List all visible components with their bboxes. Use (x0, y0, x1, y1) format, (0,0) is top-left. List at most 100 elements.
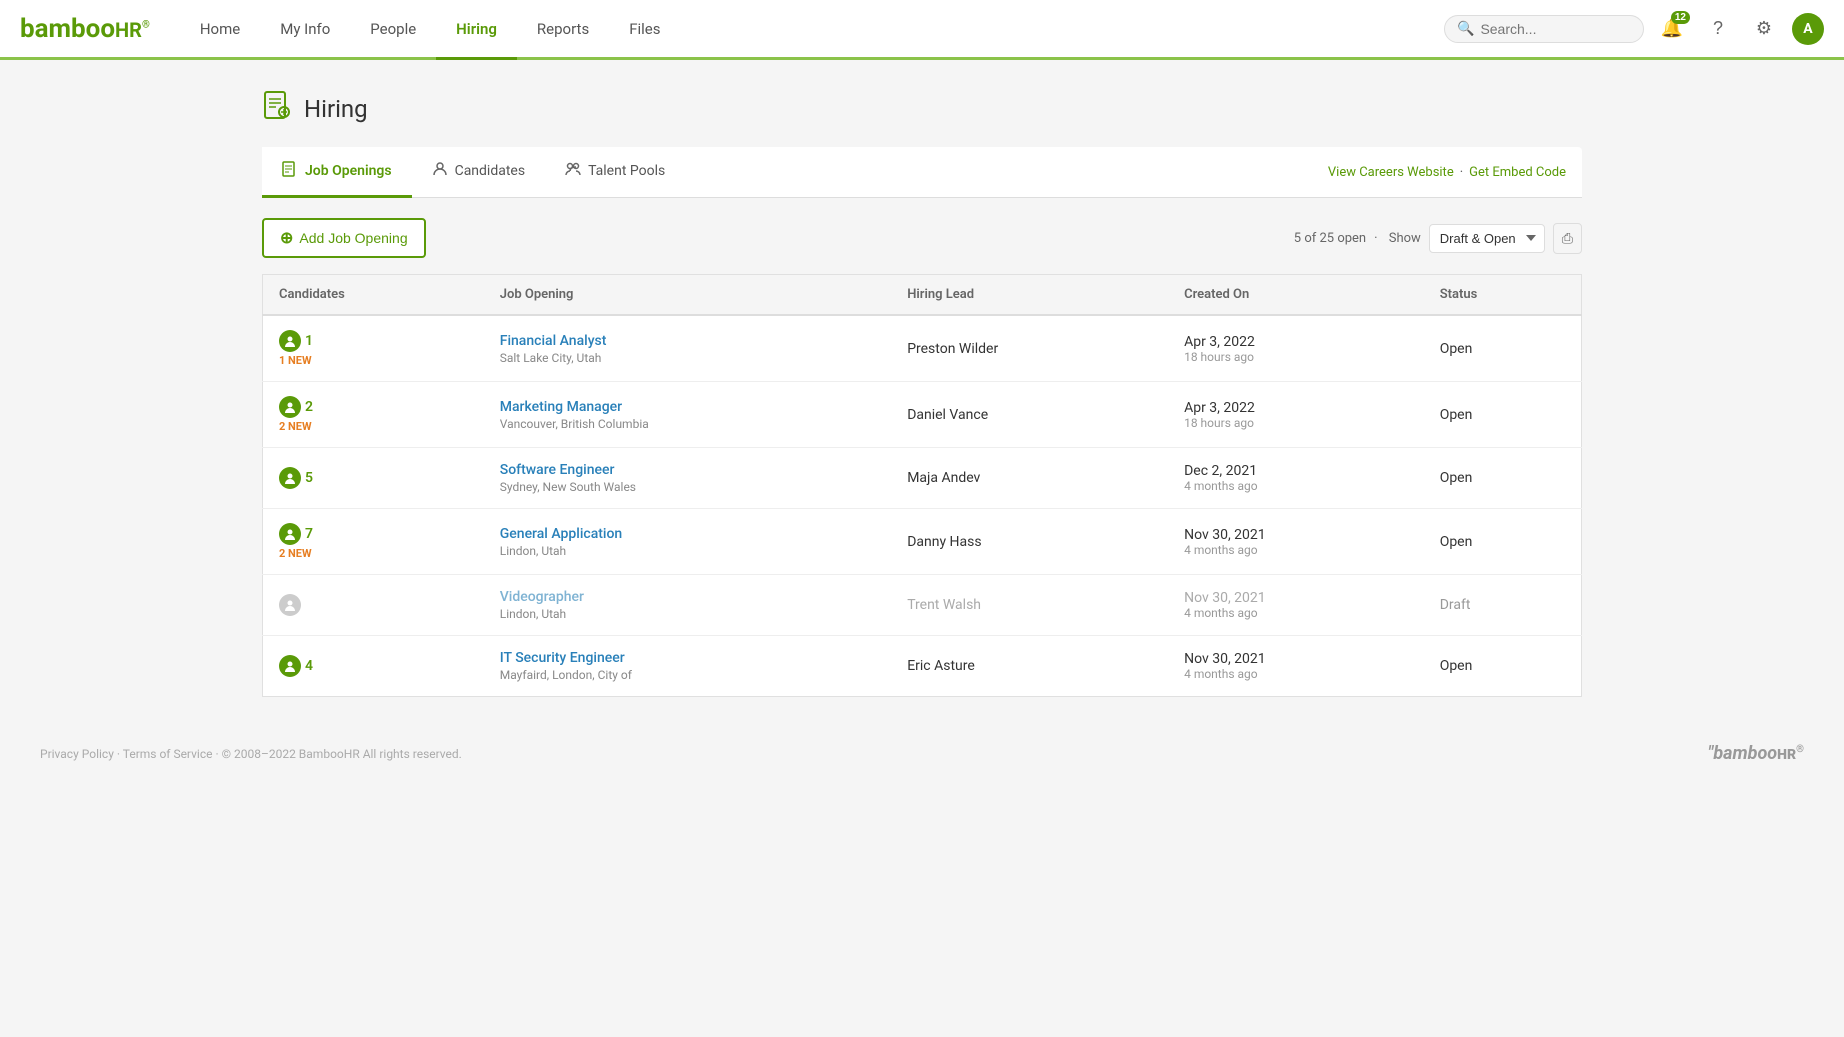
navbar-right: 🔍 🔔 12 ? ⚙ A (1444, 11, 1824, 47)
show-text: Show (1389, 231, 1421, 246)
job-title-link[interactable]: Marketing Manager (500, 399, 622, 415)
tabs-left: Job Openings Candidates Talent Pools (262, 147, 685, 197)
tab-job-openings-label: Job Openings (305, 163, 392, 179)
created-on-cell-4: Nov 30, 2021 4 months ago (1168, 509, 1424, 575)
job-location: Lindon, Utah (500, 607, 875, 621)
job-location: Mayfaird, London, City of (500, 668, 875, 682)
date-ago: 4 months ago (1184, 479, 1408, 493)
date-ago: 4 months ago (1184, 543, 1408, 557)
date-main: Dec 2, 2021 (1184, 463, 1408, 479)
terms-of-service-link[interactable]: Terms of Service (123, 747, 213, 761)
date-main: Nov 30, 2021 (1184, 590, 1408, 606)
date-main: Nov 30, 2021 (1184, 651, 1408, 667)
job-opening-cell-4: General Application Lindon, Utah (484, 509, 891, 575)
footer-logo: "bambooHR® (1708, 743, 1804, 764)
created-on-cell-3: Dec 2, 2021 4 months ago (1168, 448, 1424, 509)
candidate-count-num: 1 (305, 333, 313, 349)
candidate-icon (279, 655, 301, 677)
status-cell-2: Open (1424, 382, 1582, 448)
candidate-icon (279, 467, 301, 489)
date-ago: 18 hours ago (1184, 350, 1408, 364)
tab-candidates[interactable]: Candidates (412, 147, 546, 198)
job-title-link[interactable]: Financial Analyst (500, 333, 607, 349)
notifications-button[interactable]: 🔔 12 (1654, 11, 1690, 47)
candidate-cell-3: 5 (263, 448, 484, 509)
job-opening-cell-3: Software Engineer Sydney, New South Wale… (484, 448, 891, 509)
status-cell-5: Draft (1424, 575, 1582, 636)
tab-job-openings[interactable]: Job Openings (262, 147, 412, 198)
job-location: Vancouver, British Columbia (500, 417, 875, 431)
logo[interactable]: bambooHR® (20, 14, 150, 44)
job-title-link[interactable]: Software Engineer (500, 462, 615, 478)
hiring-lead-cell-5: Trent Walsh (891, 575, 1168, 636)
get-embed-link[interactable]: Get Embed Code (1469, 165, 1566, 180)
new-badge: 2 NEW (279, 547, 312, 560)
nav-home[interactable]: Home (180, 0, 260, 60)
job-title-link[interactable]: General Application (500, 526, 622, 542)
new-badge: 2 NEW (279, 420, 312, 433)
job-title-link[interactable]: Videographer (500, 589, 584, 605)
avatar[interactable]: A (1792, 13, 1824, 45)
candidate-icon (279, 594, 301, 616)
candidates-icon (432, 161, 448, 181)
jobs-count: 5 of 25 open (1294, 231, 1366, 246)
candidate-cell-2: 2 2 NEW (263, 382, 484, 448)
notification-badge: 12 (1671, 11, 1690, 24)
search-input[interactable] (1480, 21, 1630, 37)
hiring-lead-cell-2: Daniel Vance (891, 382, 1168, 448)
candidate-cell-6: 4 (263, 636, 484, 697)
avatar-initials: A (1803, 21, 1812, 37)
talent-pools-icon (565, 161, 581, 181)
nav-my-info[interactable]: My Info (260, 0, 350, 60)
hiring-icon (262, 90, 292, 127)
logo-reg: ® (142, 19, 150, 30)
logo-hr-text: HR (115, 18, 142, 42)
table-row: 5 Software Engineer Sydney, New South Wa… (263, 448, 1582, 509)
search-box[interactable]: 🔍 (1444, 15, 1644, 43)
settings-button[interactable]: ⚙ (1746, 11, 1782, 47)
hiring-lead-cell-4: Danny Hass (891, 509, 1168, 575)
status-cell-4: Open (1424, 509, 1582, 575)
job-opening-cell-2: Marketing Manager Vancouver, British Col… (484, 382, 891, 448)
created-on-cell-5: Nov 30, 2021 4 months ago (1168, 575, 1424, 636)
table-row: 1 1 NEW Financial Analyst Salt Lake City… (263, 315, 1582, 382)
nav-reports[interactable]: Reports (517, 0, 609, 60)
created-on-cell-1: Apr 3, 2022 18 hours ago (1168, 315, 1424, 382)
show-label: · (1374, 231, 1381, 246)
candidate-cell-1: 1 1 NEW (263, 315, 484, 382)
nav-files[interactable]: Files (609, 0, 680, 60)
candidate-icon (279, 330, 301, 352)
col-created-on: Created On (1168, 275, 1424, 316)
footer-logo-reg: ® (1796, 744, 1804, 755)
nav-links: Home My Info People Hiring Reports Files (180, 0, 1444, 57)
refresh-button[interactable]: ⎙ (1553, 223, 1582, 254)
col-job-opening: Job Opening (484, 275, 891, 316)
main-content: Hiring Job Openings Candidates Talent P (222, 60, 1622, 727)
job-title-link[interactable]: IT Security Engineer (500, 650, 625, 666)
logo-bamboo-text: bamboo (20, 14, 115, 44)
footer-left: Privacy Policy · Terms of Service · © 20… (40, 747, 462, 761)
add-job-opening-button[interactable]: ⊕ Add Job Opening (262, 218, 426, 258)
candidate-icon (279, 396, 301, 418)
gear-icon: ⚙ (1756, 18, 1772, 39)
date-main: Apr 3, 2022 (1184, 334, 1408, 350)
nav-people[interactable]: People (350, 0, 436, 60)
filter-select[interactable]: Draft & Open Open Only Draft Only All (1429, 224, 1545, 253)
tab-talent-pools[interactable]: Talent Pools (545, 147, 685, 198)
job-opening-cell-1: Financial Analyst Salt Lake City, Utah (484, 315, 891, 382)
job-location: Lindon, Utah (500, 544, 875, 558)
page-title-row: Hiring (262, 90, 1582, 127)
footer-logo-hr: HR (1777, 747, 1796, 763)
created-on-cell-2: Apr 3, 2022 18 hours ago (1168, 382, 1424, 448)
candidate-count-num: 7 (305, 526, 313, 542)
status-cell-1: Open (1424, 315, 1582, 382)
table-row: Videographer Lindon, Utah Trent WalshNov… (263, 575, 1582, 636)
date-main: Nov 30, 2021 (1184, 527, 1408, 543)
job-location: Salt Lake City, Utah (500, 351, 875, 365)
view-careers-link[interactable]: View Careers Website (1328, 165, 1454, 180)
hiring-lead-cell-1: Preston Wilder (891, 315, 1168, 382)
help-button[interactable]: ? (1700, 11, 1736, 47)
privacy-policy-link[interactable]: Privacy Policy (40, 747, 114, 761)
nav-hiring[interactable]: Hiring (436, 0, 517, 60)
tabs-row: Job Openings Candidates Talent Pools Vie… (262, 147, 1582, 198)
